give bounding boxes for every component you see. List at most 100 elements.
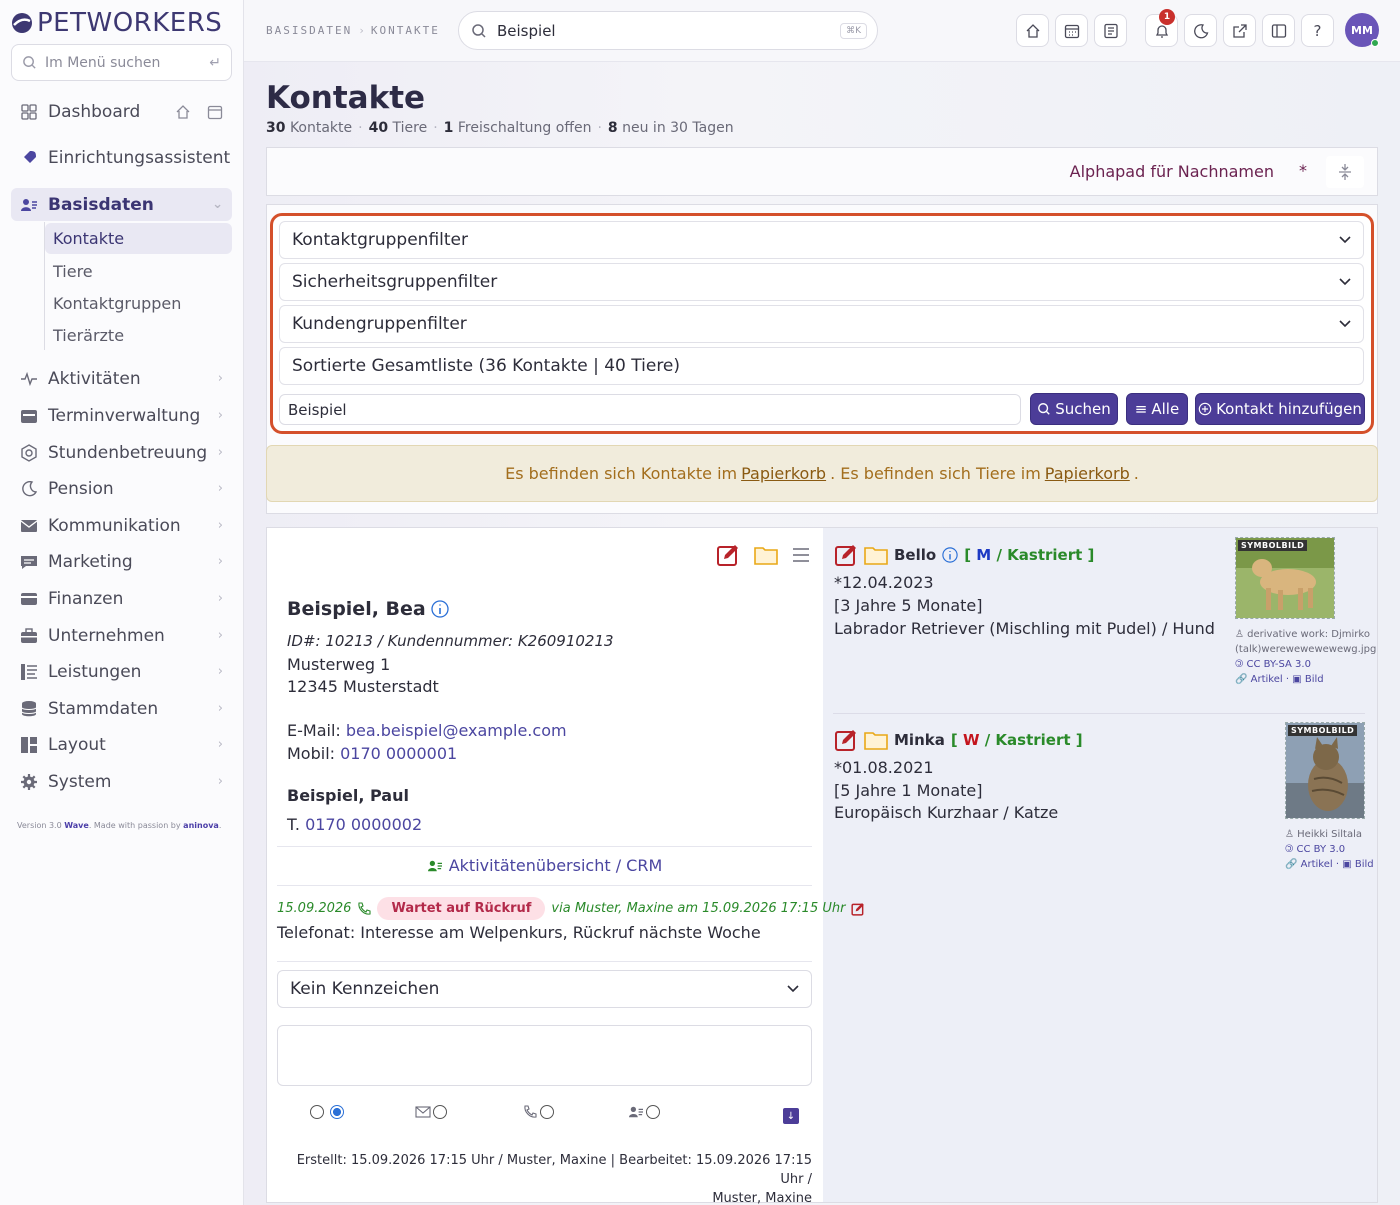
folder-icon[interactable] <box>754 545 778 565</box>
kontaktgruppen-filter[interactable]: Kontaktgruppenfilter <box>279 221 1364 259</box>
sidebar-item-kommunikation[interactable]: Kommunikation › <box>11 509 232 542</box>
activity-by: via Muster, Maxine am 15.09.2026 17:15 U… <box>551 901 846 916</box>
home-button[interactable] <box>1016 14 1049 47</box>
animal-photo-cat[interactable]: SYMBOLBILD <box>1285 722 1365 819</box>
edit-icon[interactable] <box>716 543 740 567</box>
radio-empty[interactable] <box>310 1105 324 1119</box>
sidebar-item-leistungen[interactable]: Leistungen › <box>11 655 232 688</box>
menu-search-input[interactable]: Im Menü suchen ↵ <box>11 44 232 81</box>
activity-text: Telefonat: Interesse am Welpenkurs, Rück… <box>277 923 761 942</box>
folder-icon[interactable] <box>864 545 888 565</box>
sidebar-item-basisdaten[interactable]: Basisdaten ⌄ <box>11 188 232 221</box>
contact-search-input[interactable]: Beispiel <box>279 394 1021 425</box>
article-link[interactable]: Artikel · <box>1301 859 1343 870</box>
symbol-image-badge: SYMBOLBILD <box>1288 725 1358 736</box>
chevron-right-icon: › <box>217 554 223 569</box>
add-contact-label: Kontakt hinzufügen <box>1216 400 1362 418</box>
notes-button[interactable] <box>1094 14 1127 47</box>
edit-icon[interactable] <box>851 902 865 916</box>
all-button[interactable]: ≡ Alle <box>1126 393 1188 425</box>
folder-icon[interactable] <box>864 730 888 750</box>
alphapad-star[interactable]: * <box>1299 161 1307 180</box>
version-theme-link[interactable]: Wave <box>64 821 89 830</box>
info-icon[interactable] <box>431 600 449 618</box>
sidebar-item-finanzen[interactable]: Finanzen › <box>11 582 232 615</box>
sidebar-item-system[interactable]: System › <box>11 765 232 798</box>
calendar-button[interactable] <box>1055 14 1088 47</box>
sidebar-subitem-kontaktgruppen[interactable]: Kontaktgruppen <box>45 288 232 319</box>
sidebar-subitem-tieraerzte[interactable]: Tierärzte <box>45 320 232 351</box>
sidebar-toggle-button[interactable] <box>1262 14 1295 47</box>
animal-name[interactable]: Bello <box>894 546 936 564</box>
sidebar-item-layout[interactable]: Layout › <box>11 728 232 761</box>
alphapad-toggle[interactable]: Alphapad für Nachnamen <box>1070 162 1274 181</box>
sidebar-item-terminverwaltung[interactable]: Terminverwaltung › <box>11 399 232 432</box>
info-icon[interactable] <box>942 547 958 563</box>
image-link[interactable]: Bild <box>1355 859 1374 870</box>
edit-icon[interactable] <box>834 543 858 567</box>
contact-street: Musterweg 1 <box>287 655 391 674</box>
sorted-full-list[interactable]: Sortierte Gesamtliste (36 Kontakte | 40 … <box>279 347 1364 385</box>
radio-meeting[interactable] <box>646 1105 660 1119</box>
sidebar-item-stundenbetreuung[interactable]: Stundenbetreuung › <box>11 436 232 469</box>
global-search-input[interactable]: Beispiel ⌘K <box>458 11 878 50</box>
sidebar-subitem-kontakte[interactable]: Kontakte <box>45 223 232 254</box>
breadcrumb-basisdaten[interactable]: BASISDATEN <box>266 24 352 37</box>
credit-license[interactable]: 🄯 CC BY-SA 3.0 <box>1235 657 1385 672</box>
add-contact-button[interactable]: Kontakt hinzufügen <box>1195 393 1365 425</box>
note-textarea[interactable] <box>277 1025 812 1086</box>
sidebar-item-stammdaten[interactable]: Stammdaten › <box>11 692 232 725</box>
stat-new: 8 neu in 30 Tagen <box>607 120 734 136</box>
sidebar-item-unternehmen[interactable]: Unternehmen › <box>11 619 232 652</box>
credit-license[interactable]: 🄯 CC BY 3.0 <box>1285 842 1377 857</box>
sidebar-item-pension[interactable]: Pension › <box>11 472 232 505</box>
animals-trash-link[interactable]: Papierkorb <box>1045 464 1130 483</box>
user-avatar[interactable]: MM <box>1345 13 1379 47</box>
help-button[interactable]: ? <box>1301 14 1334 47</box>
animal-photo-dog[interactable]: SYMBOLBILD <box>1235 537 1335 619</box>
radio-mail[interactable] <box>433 1105 447 1119</box>
radio-group-phone <box>522 1105 554 1119</box>
search-button[interactable]: Suchen <box>1030 393 1118 425</box>
animal-birth: *12.04.2023 <box>834 573 934 592</box>
breadcrumb-kontakte[interactable]: KONTAKTE <box>371 24 440 37</box>
avatar-initials: MM <box>1351 23 1373 37</box>
email-link[interactable]: bea.beispiel@example.com <box>346 721 567 740</box>
phone-icon <box>357 901 371 916</box>
theme-toggle-button[interactable] <box>1184 14 1217 47</box>
edit-icon[interactable] <box>834 728 858 752</box>
sidebar-item-dashboard[interactable]: Dashboard <box>11 95 232 128</box>
calendar-icon[interactable] <box>207 104 223 120</box>
home-icon <box>1026 23 1039 38</box>
sicherheitsgruppen-filter[interactable]: Sicherheitsgruppenfilter <box>279 263 1364 301</box>
radio-phone[interactable] <box>540 1105 554 1119</box>
sidebar-item-marketing[interactable]: Marketing › <box>11 545 232 578</box>
phone-link[interactable]: 0170 0000002 <box>305 815 422 834</box>
notification-badge: 1 <box>1159 9 1175 25</box>
marker-select[interactable]: Kein Kennzeichen <box>277 970 812 1008</box>
menu-icon[interactable] <box>792 547 810 563</box>
radio-note-selected[interactable] <box>330 1105 344 1119</box>
search-button-label: Suchen <box>1055 400 1111 418</box>
kundengruppen-filter[interactable]: Kundengruppenfilter <box>279 305 1364 343</box>
radio-group-note <box>310 1105 344 1119</box>
online-status-dot <box>1371 39 1379 47</box>
animal-status: Kastriert <box>1007 546 1083 564</box>
notifications-button[interactable]: 1 <box>1145 9 1178 47</box>
sidebar-subitem-tiere[interactable]: Tiere <box>45 256 232 287</box>
chevron-right-icon: › <box>217 481 223 496</box>
image-link[interactable]: Bild <box>1305 674 1324 685</box>
article-link[interactable]: Artikel · <box>1251 674 1293 685</box>
sidebar-item-aktivitaeten[interactable]: Aktivitäten › <box>11 362 232 395</box>
external-link-button[interactable] <box>1223 14 1256 47</box>
mobile-link[interactable]: 0170 0000001 <box>340 744 457 763</box>
save-note-button[interactable]: ↓ <box>783 1108 799 1124</box>
contacts-trash-link[interactable]: Papierkorb <box>741 464 826 483</box>
home-icon[interactable] <box>175 104 191 120</box>
sidebar-item-einrichtungsassistent[interactable]: Einrichtungsassistent <box>11 141 232 174</box>
crm-link[interactable]: Aktivitätenübersicht / CRM <box>277 856 812 875</box>
expand-button[interactable] <box>1326 156 1364 188</box>
animal-name[interactable]: Minka <box>894 731 945 749</box>
logo[interactable]: PETWORKERS <box>10 8 222 38</box>
version-company-link[interactable]: aninova <box>183 821 219 830</box>
